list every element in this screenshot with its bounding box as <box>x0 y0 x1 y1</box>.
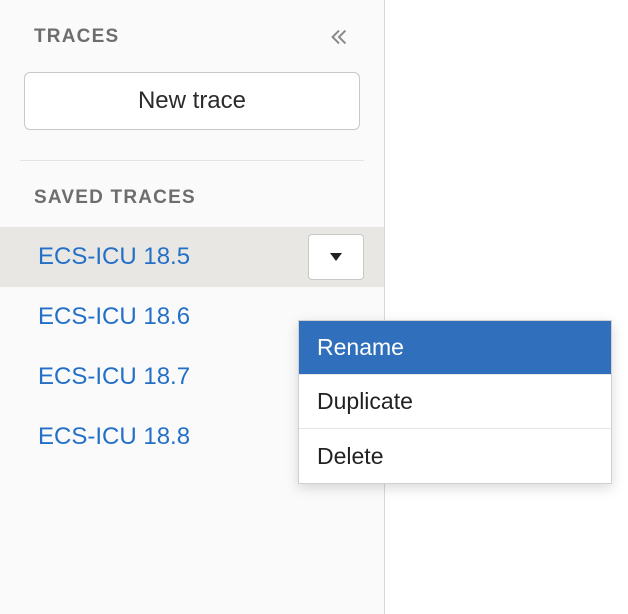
new-trace-button[interactable]: New trace <box>24 72 360 130</box>
menu-item-duplicate[interactable]: Duplicate <box>299 375 611 429</box>
traces-section-title: TRACES <box>34 26 119 48</box>
menu-item-label: Rename <box>317 334 404 361</box>
menu-item-label: Delete <box>317 443 383 470</box>
menu-item-delete[interactable]: Delete <box>299 429 611 483</box>
sidebar: TRACES New trace SAVED TRACES ECS-ICU 18… <box>0 0 385 614</box>
trace-actions-menu: Rename Duplicate Delete <box>298 320 612 484</box>
saved-trace-label: ECS-ICU 18.7 <box>38 363 190 391</box>
saved-traces-section-header: SAVED TRACES <box>0 161 384 219</box>
saved-trace-item[interactable]: ECS-ICU 18.5 <box>0 227 384 287</box>
new-trace-label: New trace <box>138 87 246 115</box>
caret-down-icon <box>328 252 344 262</box>
saved-trace-label: ECS-ICU 18.8 <box>38 423 190 451</box>
traces-section-header: TRACES <box>0 0 384 52</box>
menu-item-label: Duplicate <box>317 388 413 415</box>
saved-traces-section-title: SAVED TRACES <box>34 187 196 208</box>
saved-trace-label: ECS-ICU 18.5 <box>38 243 190 271</box>
menu-item-rename[interactable]: Rename <box>299 321 611 375</box>
collapse-sidebar-button[interactable] <box>322 22 356 52</box>
chevron-double-left-icon <box>328 26 350 48</box>
saved-trace-label: ECS-ICU 18.6 <box>38 303 190 331</box>
trace-actions-toggle[interactable] <box>308 234 364 280</box>
